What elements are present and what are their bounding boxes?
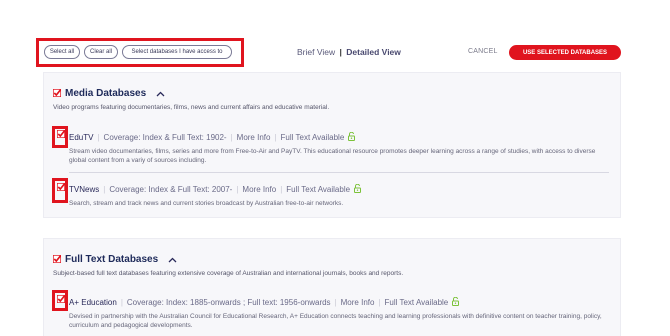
view-separator: | [339, 47, 342, 57]
database-item-tvnews: TVNews | Coverage: Index & Full Text: 20… [69, 183, 362, 195]
database-name[interactable]: A+ Education [69, 298, 117, 307]
checkbox-icon[interactable] [57, 295, 65, 303]
section-description: Subject-based full text databases featur… [53, 270, 404, 277]
checkbox-icon[interactable] [57, 130, 65, 138]
section-description: Video programs featuring documentaries, … [53, 104, 330, 111]
open-lock-icon [452, 296, 460, 308]
select-all-button[interactable]: Select all [44, 45, 80, 59]
media-databases-header[interactable]: Media Databases [53, 84, 165, 102]
full-text-databases-header[interactable]: Full Text Databases [53, 250, 177, 268]
separator: | [97, 133, 100, 142]
select-access-button[interactable]: Select databases I have access to [122, 45, 232, 59]
more-info-link[interactable]: More Info [237, 133, 271, 142]
detailed-view-link[interactable]: Detailed View [346, 47, 401, 57]
database-description: Search, stream and track news and curren… [69, 200, 344, 207]
separator: | [378, 298, 381, 307]
more-info-link[interactable]: More Info [341, 298, 375, 307]
brief-view-link[interactable]: Brief View [297, 47, 335, 57]
coverage-text: Coverage: Index: 1885-onwards ; Full tex… [126, 298, 331, 307]
separator: | [334, 298, 337, 307]
full-text-available: Full Text Available [384, 298, 449, 307]
database-item-edutv: EduTV | Coverage: Index & Full Text: 190… [69, 131, 356, 143]
database-item-aplus-education: A+ Education | Coverage: Index: 1885-onw… [69, 296, 460, 308]
database-name[interactable]: EduTV [69, 133, 93, 142]
open-lock-icon [354, 183, 362, 195]
separator: | [103, 185, 106, 194]
cancel-button[interactable]: CANCEL [468, 48, 498, 55]
database-description: Stream video documentaries, films, serie… [69, 148, 596, 164]
section-title: Media Databases [65, 87, 147, 99]
item-divider [69, 172, 609, 173]
chevron-up-icon[interactable] [156, 84, 165, 102]
more-info-link[interactable]: More Info [242, 185, 276, 194]
full-text-available: Full Text Available [280, 133, 345, 142]
separator: | [230, 133, 233, 142]
use-selected-databases-button[interactable]: USE SELECTED DATABASES [509, 45, 621, 60]
database-name[interactable]: TVNews [69, 185, 99, 194]
database-description: Devised in partnership with the Australi… [69, 313, 602, 329]
toolbar: Select all Clear all Select databases I … [0, 0, 670, 80]
separator: | [236, 185, 239, 194]
chevron-up-icon[interactable] [168, 250, 177, 268]
coverage-text: Coverage: Index & Full Text: 2007- [109, 185, 233, 194]
full-text-available: Full Text Available [286, 185, 351, 194]
open-lock-icon [348, 131, 356, 143]
coverage-text: Coverage: Index & Full Text: 1902- [103, 133, 227, 142]
checkbox-icon[interactable] [53, 255, 61, 263]
clear-all-button[interactable]: Clear all [84, 45, 118, 59]
view-toggle: Brief View | Detailed View [297, 47, 401, 57]
checkbox-icon[interactable] [53, 89, 61, 97]
checkbox-icon[interactable] [57, 183, 65, 191]
separator: | [274, 133, 277, 142]
separator: | [120, 298, 123, 307]
section-title: Full Text Databases [65, 253, 159, 265]
separator: | [280, 185, 283, 194]
